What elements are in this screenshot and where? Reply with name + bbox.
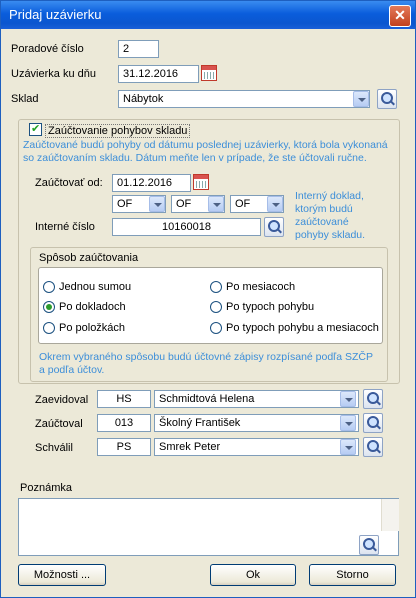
radio-jednou-sumou[interactable] <box>43 281 55 293</box>
dialog-window: Pridaj uzávierku ✕ Poradové číslo 2 Uzáv… <box>0 0 416 598</box>
poznamka-textarea[interactable] <box>18 498 399 556</box>
dialog-body: Poradové číslo 2 Uzávierka ku dňu 31.12.… <box>1 29 415 597</box>
window-title: Pridaj uzávierku <box>9 7 102 22</box>
uzavierka-label: Uzávierka ku dňu <box>11 68 96 80</box>
zauctoval-name-select[interactable]: Školný František <box>154 414 359 432</box>
interne-cislo-label: Interné číslo <box>35 221 95 233</box>
zauctoval-label: Zaúčtoval <box>35 418 83 430</box>
zauctovanie-checkbox[interactable] <box>29 122 42 136</box>
sklad-select[interactable]: Nábytok <box>118 90 370 108</box>
zaevidoval-name-select[interactable]: Schmidtová Helena <box>154 390 359 408</box>
sklad-label: Sklad <box>11 93 39 105</box>
zaevidoval-lookup-icon[interactable] <box>363 389 383 409</box>
zauctovanie-checkbox-label[interactable]: Zaúčtovanie pohybov skladu <box>45 124 191 138</box>
schvalil-label: Schválil <box>35 442 73 454</box>
chevron-down-icon[interactable] <box>149 196 165 212</box>
radio-po-dokladoch[interactable] <box>43 301 55 313</box>
zauctovat-od-label: Zaúčtovať od: <box>35 177 103 189</box>
poznamka-lookup-icon[interactable] <box>359 535 379 555</box>
radio-po-mesiacoch[interactable] <box>210 281 222 293</box>
zaevidoval-code-input[interactable]: HS <box>97 390 151 408</box>
schvalil-name-select[interactable]: Smrek Peter <box>154 438 359 456</box>
interne-cislo-lookup-icon[interactable] <box>264 217 284 237</box>
chevron-down-icon[interactable] <box>340 415 356 431</box>
sklad-dropdown-arrow-icon[interactable] <box>353 91 369 107</box>
poznamka-label: Poznámka <box>20 482 72 494</box>
sposob-title: Spôsob zaúčtovania <box>39 252 139 264</box>
sposob-note: Okrem vybraného spôsobu budú účtovné záp… <box>39 351 373 376</box>
interne-cislo-input[interactable]: 10160018 <box>112 218 261 236</box>
poznamka-scrollbar[interactable] <box>381 499 399 531</box>
radio-po-polozkach[interactable] <box>43 322 55 334</box>
zaevidoval-label: Zaevidoval <box>35 394 89 406</box>
zauctovanie-info-text: Zaúčtované budú pohyby od dátumu posledn… <box>23 139 388 164</box>
sklad-lookup-icon[interactable] <box>377 89 397 109</box>
option-label[interactable]: Po dokladoch <box>59 301 126 313</box>
option-label[interactable]: Po typoch pohybu <box>226 301 314 313</box>
storno-button[interactable]: Storno <box>309 564 396 586</box>
uzavierka-date-input[interactable]: 31.12.2016 <box>118 65 199 83</box>
radio-po-typoch-pohybu[interactable] <box>210 301 222 313</box>
option-label[interactable]: Po mesiacoch <box>226 281 295 293</box>
close-button[interactable]: ✕ <box>389 5 411 27</box>
chevron-down-icon[interactable] <box>340 391 356 407</box>
zauctovat-od-date-input[interactable]: 01.12.2016 <box>112 174 191 192</box>
zauctoval-lookup-icon[interactable] <box>363 413 383 433</box>
chevron-down-icon[interactable] <box>267 196 283 212</box>
schvalil-code-input[interactable]: PS <box>97 438 151 456</box>
option-label[interactable]: Po typoch pohybu a mesiacoch <box>226 322 379 334</box>
title-bar[interactable]: Pridaj uzávierku ✕ <box>1 1 415 29</box>
schvalil-lookup-icon[interactable] <box>363 437 383 457</box>
calendar-icon[interactable] <box>201 65 217 81</box>
radio-po-typoch-pohybu-a-mesiacoch[interactable] <box>210 322 222 334</box>
ok-button[interactable]: Ok <box>210 564 296 586</box>
poradove-cislo-label: Poradové číslo <box>11 43 84 55</box>
zauctoval-code-input[interactable]: 013 <box>97 414 151 432</box>
chevron-down-icon[interactable] <box>208 196 224 212</box>
option-label[interactable]: Jednou sumou <box>59 281 131 293</box>
chevron-down-icon[interactable] <box>340 439 356 455</box>
calendar-icon[interactable] <box>193 174 209 190</box>
option-label[interactable]: Po položkách <box>59 322 125 334</box>
interny-doklad-note: Interný doklad, ktorým budú zaúčtované p… <box>295 190 366 241</box>
moznosti-button[interactable]: Možnosti ... <box>18 564 106 586</box>
poradove-cislo-input[interactable]: 2 <box>118 40 159 58</box>
